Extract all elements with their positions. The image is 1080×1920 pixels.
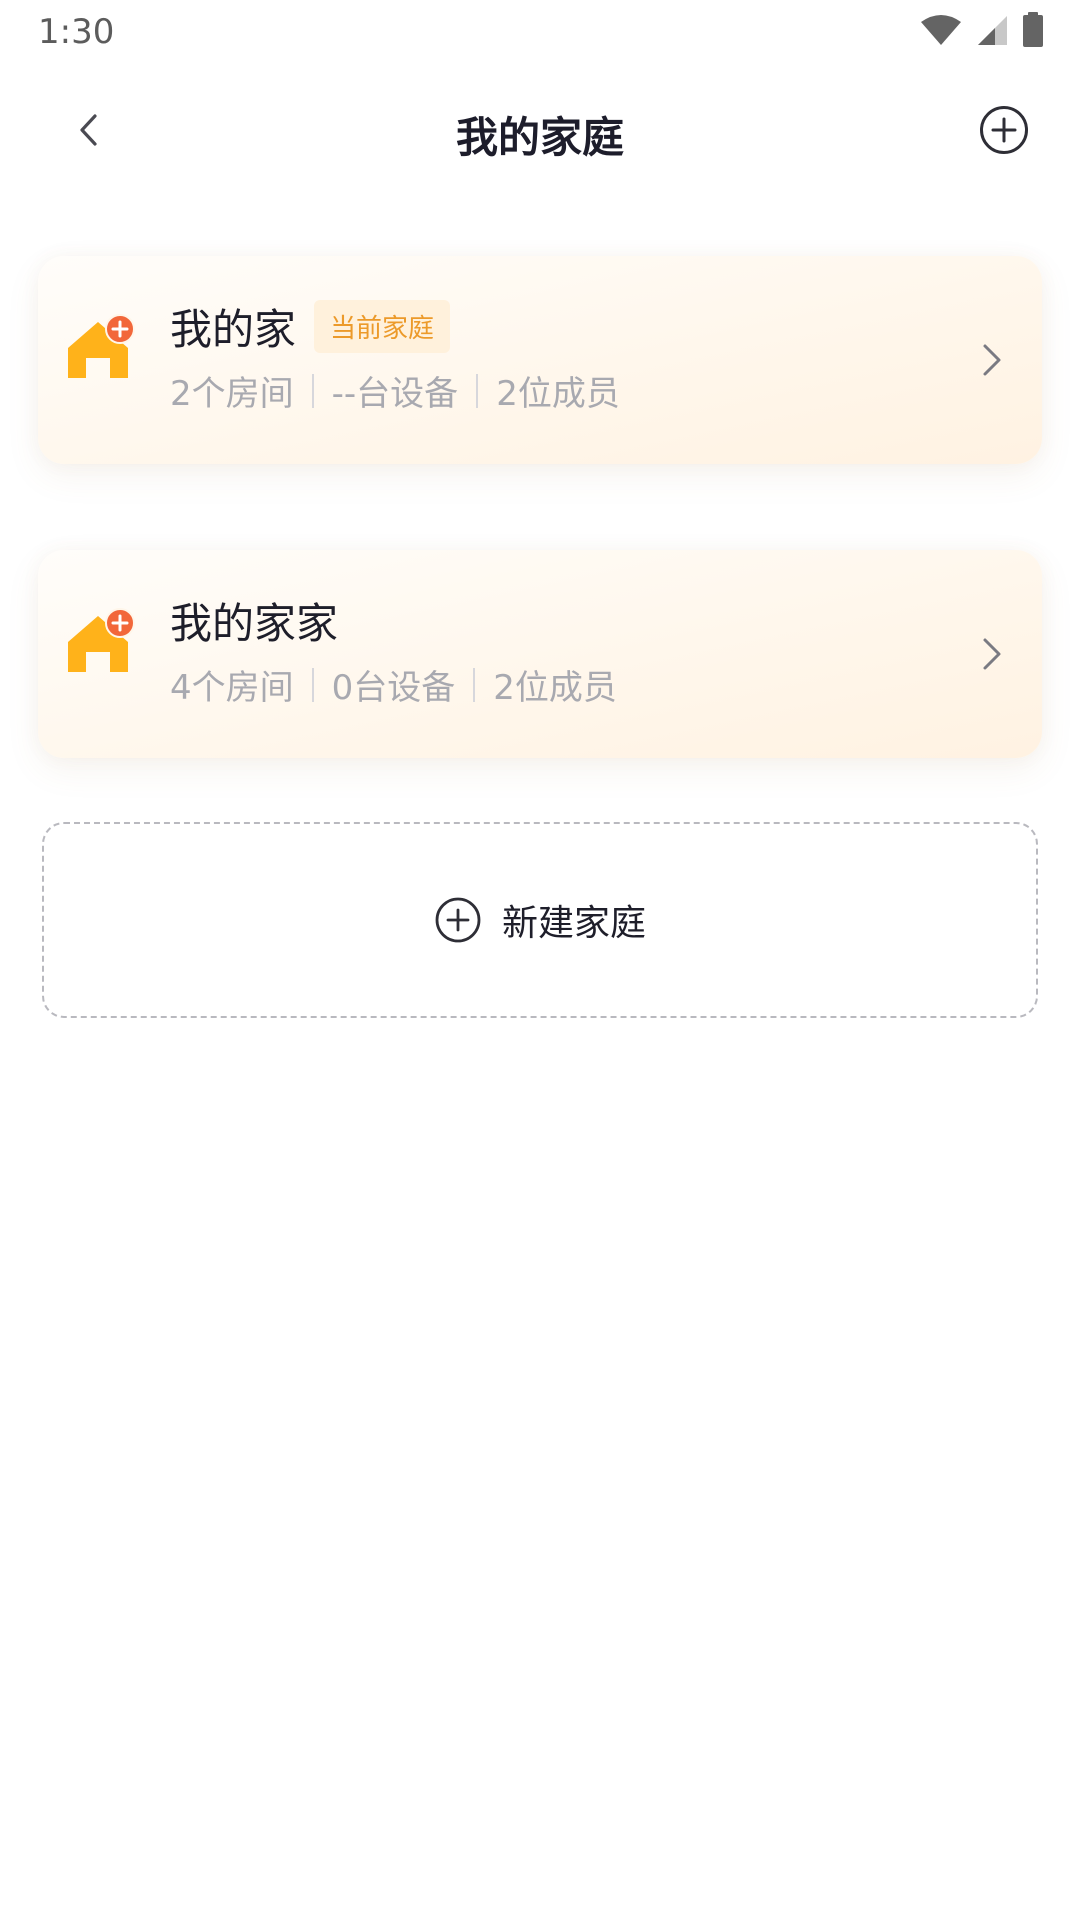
member-count: 2位成员 [496, 374, 620, 414]
room-count: 4个房间 [170, 668, 294, 708]
device-count: --台设备 [331, 374, 459, 414]
family-stats: 2个房间 --台设备 2位成员 [170, 366, 620, 415]
header: 我的家庭 [0, 80, 1080, 180]
add-family-button[interactable] [972, 98, 1036, 162]
family-name: 我的家 [170, 305, 297, 354]
family-name-row: 我的家家 [170, 590, 338, 651]
family-name: 我的家家 [170, 599, 339, 648]
room-count: 2个房间 [170, 374, 294, 414]
chevron-right-icon [972, 634, 1012, 674]
chevron-right-icon [972, 340, 1012, 380]
family-stats: 4个房间 0台设备 2位成员 [170, 660, 617, 709]
plus-circle-icon [435, 897, 481, 943]
family-card[interactable]: 我的家 当前家庭 2个房间 --台设备 2位成员 [38, 256, 1042, 464]
current-family-badge: 当前家庭 [314, 300, 451, 353]
my-family-screen: 1:30 我的家庭 我的家 当前家庭 2个房间 --台设备 2位成员 我的家家 … [0, 0, 1080, 1920]
battery-icon [1022, 12, 1044, 52]
plus-circle-icon [980, 106, 1028, 154]
status-icons [920, 12, 1044, 52]
divider [473, 667, 476, 702]
family-name-row: 我的家 当前家庭 [170, 296, 451, 357]
status-time: 1:30 [38, 12, 115, 52]
new-family-button[interactable]: 新建家庭 [42, 822, 1038, 1018]
house-icon [68, 608, 135, 672]
device-count: 0台设备 [331, 668, 456, 708]
divider [311, 667, 314, 702]
divider [311, 373, 314, 408]
family-card[interactable]: 我的家家 4个房间 0台设备 2位成员 [38, 550, 1042, 758]
page-title: 我的家庭 [455, 113, 624, 162]
status-bar: 1:30 [0, 0, 1080, 64]
member-count: 2位成员 [493, 668, 617, 708]
cellular-signal-icon [976, 14, 1008, 50]
divider [476, 373, 479, 408]
wifi-icon [920, 14, 962, 50]
new-family-label: 新建家庭 [501, 903, 646, 944]
house-icon [68, 314, 135, 378]
